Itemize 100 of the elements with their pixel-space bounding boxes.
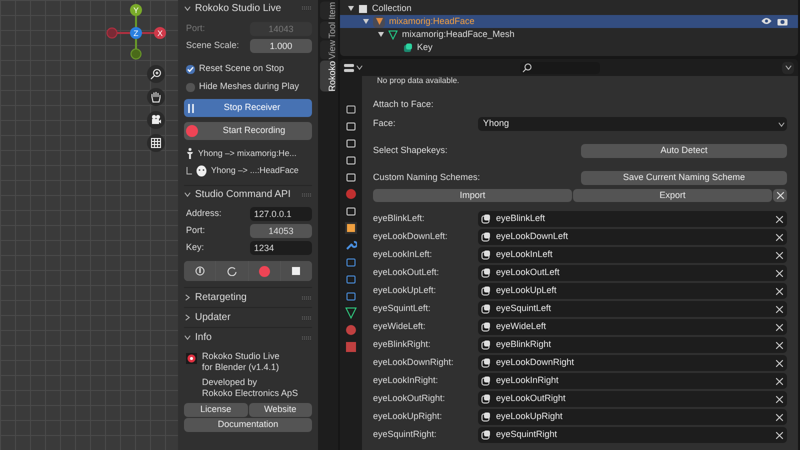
refresh-button[interactable] [216, 261, 248, 281]
drag-handle-icon[interactable] [302, 336, 312, 340]
stop-receiver-button[interactable]: Stop Receiver [184, 99, 312, 117]
save-scheme-button[interactable]: Save Current Naming Scheme [581, 171, 787, 185]
chevron-icon [784, 64, 792, 71]
text-field[interactable]: 127.0.0.1 [250, 206, 312, 220]
close-icon[interactable] [773, 189, 787, 202]
shapekey-field[interactable]: eyeLookDownLeft [478, 229, 787, 245]
clear-icon[interactable] [776, 414, 783, 420]
panel-title[interactable]: Updater [195, 310, 231, 325]
shapekey-field[interactable]: eyeBlinkRight [478, 337, 787, 353]
stop-icon [292, 267, 300, 275]
shapekey-field[interactable]: eyeLookInLeft [478, 247, 787, 263]
camera-icon[interactable] [147, 111, 165, 129]
camera-icon[interactable] [777, 17, 788, 26]
shapekey-field[interactable]: eyeBlinkLeft [478, 211, 787, 227]
outliner-label: Collection [372, 2, 412, 15]
clear-icon[interactable] [776, 360, 783, 366]
search-field[interactable] [520, 62, 600, 74]
sidebar-tab[interactable]: Rokoko [320, 61, 336, 92]
clear-icon[interactable] [776, 432, 783, 438]
clear-icon[interactable] [776, 306, 783, 312]
record-icon [186, 125, 198, 137]
hand-icon[interactable] [147, 88, 165, 106]
export-button[interactable]: Export [573, 189, 772, 202]
editor-type-button[interactable] [344, 62, 363, 72]
clear-icon[interactable] [776, 396, 783, 402]
sidebar-tab[interactable]: View [320, 40, 336, 60]
clear-icon[interactable] [776, 342, 783, 348]
chevron-icon [778, 120, 785, 128]
shapekey-label: eyeLookUpLeft: [373, 284, 438, 298]
shape-key-icon [481, 394, 491, 404]
number-field[interactable]: 1.000 [250, 38, 312, 52]
outliner-row[interactable]: Key [340, 41, 798, 54]
developer-text: Developed by Rokoko Electronics ApS [202, 377, 298, 399]
shape-key-icon [481, 340, 491, 350]
expand-arrow-icon[interactable] [363, 19, 369, 24]
shapekey-label: eyeLookOutLeft: [373, 266, 440, 280]
expand-arrow-icon[interactable] [348, 6, 354, 11]
shapekey-field[interactable]: eyeLookOutLeft [478, 265, 787, 281]
link-button[interactable]: Website [248, 403, 312, 417]
shapekey-field[interactable]: eyeSquintRight [478, 427, 787, 443]
record-icon [258, 266, 270, 276]
link-button[interactable]: License [184, 403, 248, 417]
text-field[interactable]: 1234 [250, 240, 312, 254]
checkbox[interactable] [186, 64, 195, 74]
shapekey-field[interactable]: eyeLookInRight [478, 373, 787, 389]
shapekey-field[interactable]: eyeLookOutRight [478, 391, 787, 407]
shapekey-field[interactable]: eyeWideLeft [478, 319, 787, 335]
field-label: Select Shapekeys: [373, 144, 449, 158]
shapekey-field[interactable]: eyeLookUpLeft [478, 283, 787, 299]
checkbox[interactable] [186, 82, 195, 92]
shapekey-field[interactable]: eyeSquintLeft [478, 301, 787, 317]
shapekey-field[interactable]: eyeLookDownRight [478, 355, 787, 371]
shapekey-field[interactable]: eyeLookUpRight [478, 409, 787, 425]
sidebar-tab[interactable]: Item [320, 2, 336, 20]
drag-handle-icon[interactable] [302, 316, 312, 320]
start-recording-button[interactable]: Start Recording [184, 122, 312, 140]
face-dropdown[interactable]: Yhong [478, 117, 787, 131]
field-label: Port: [186, 224, 206, 237]
chevron-icon [184, 314, 191, 321]
outliner-label: Key [417, 40, 433, 54]
clear-icon[interactable] [776, 324, 783, 330]
clear-icon[interactable] [776, 216, 783, 222]
expand-arrow-icon[interactable] [378, 32, 384, 37]
number-field[interactable]: 14053 [250, 224, 312, 238]
sidebar-tab[interactable]: Tool [320, 22, 336, 38]
shape-key-icon [481, 250, 491, 260]
panel-title[interactable]: Studio Command API [195, 187, 291, 202]
documentation-button[interactable]: Documentation [184, 418, 312, 432]
auto-detect-button[interactable]: Auto Detect [581, 144, 787, 158]
outliner-row[interactable]: mixamorig:HeadFace_Mesh [340, 28, 798, 41]
options-dropdown[interactable] [782, 62, 794, 74]
panel-title[interactable]: Retargeting [195, 290, 247, 305]
clear-icon[interactable] [776, 270, 783, 276]
clear-icon[interactable] [776, 252, 783, 258]
drag-handle-icon[interactable] [302, 6, 312, 10]
z-axis-handle[interactable]: Z [130, 27, 142, 39]
refresh-icon [226, 266, 237, 276]
eye-icon[interactable] [761, 17, 772, 25]
wrench-icon[interactable] [345, 239, 357, 251]
grid-icon[interactable] [147, 134, 165, 152]
zoom-icon[interactable] [147, 65, 165, 83]
import-button[interactable]: Import [373, 189, 572, 202]
chevron-icon [184, 4, 191, 12]
outliner-row[interactable]: mixamorig:HeadFace [340, 15, 798, 28]
negative-y-handle[interactable] [130, 39, 142, 60]
clear-icon[interactable] [776, 378, 783, 384]
panel-title[interactable]: Info [195, 330, 212, 345]
outliner-row[interactable]: Collection [340, 2, 798, 15]
negative-x-handle[interactable] [106, 28, 130, 38]
clear-icon[interactable] [776, 288, 783, 294]
shapekey-label: eyeLookUpRight: [373, 410, 444, 424]
drag-handle-icon[interactable] [302, 192, 312, 196]
stop-button[interactable] [280, 261, 312, 281]
connect-button[interactable] [184, 261, 216, 281]
panel-title[interactable]: Rokoko Studio Live [195, 0, 282, 16]
clear-icon[interactable] [776, 234, 783, 240]
drag-handle-icon[interactable] [302, 296, 312, 300]
shapekey-label: eyeLookDownLeft: [373, 230, 449, 244]
